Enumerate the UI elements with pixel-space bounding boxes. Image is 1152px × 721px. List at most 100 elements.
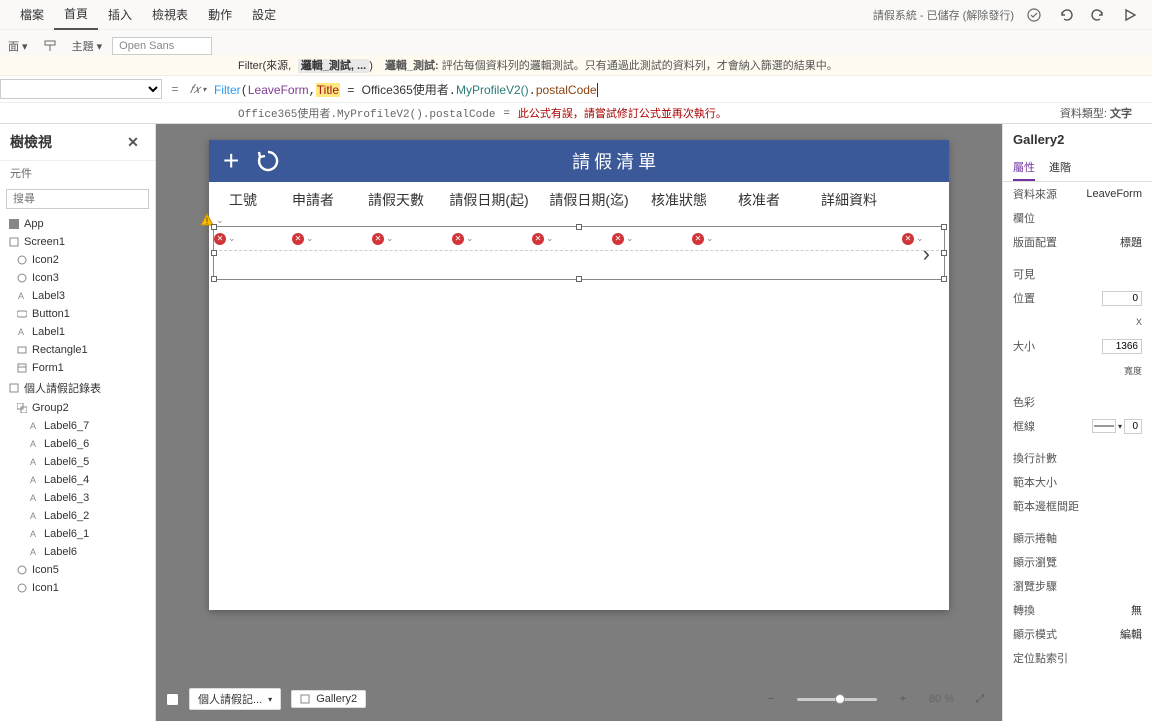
fit-icon[interactable]: ⤢ <box>968 687 992 711</box>
tree-item[interactable]: ALabel6_7 <box>0 417 155 435</box>
tree-item[interactable]: ALabel6_1 <box>0 525 155 543</box>
menu-view[interactable]: 檢視表 <box>142 0 198 29</box>
tree-item[interactable]: ALabel6_5 <box>0 453 155 471</box>
tree-item[interactable]: Rectangle1 <box>0 341 155 359</box>
gallery-selection[interactable]: ! ⌄ ✕⌄✕⌄✕⌄✕⌄✕⌄✕⌄✕⌄✕⌄ › <box>213 226 945 280</box>
breadcrumb-control[interactable]: Gallery2 <box>291 690 366 708</box>
tree-item[interactable]: ALabel1 <box>0 323 155 341</box>
zoom-in-icon[interactable]: + <box>891 687 915 711</box>
error-badge[interactable]: ✕⌄ <box>214 233 236 245</box>
error-badge[interactable]: ✕⌄ <box>532 233 554 245</box>
error-badge[interactable]: ✕⌄ <box>452 233 474 245</box>
close-icon[interactable]: ✕ <box>121 130 145 154</box>
menu-action[interactable]: 動作 <box>198 0 242 29</box>
menu-home[interactable]: 首頁 <box>54 0 98 30</box>
icon-icon <box>16 582 28 594</box>
size-w-input[interactable] <box>1102 339 1142 354</box>
error-badge[interactable]: ✕⌄ <box>372 233 394 245</box>
rect-icon <box>16 344 28 356</box>
tree-item[interactable]: App <box>0 215 155 233</box>
template-size-label: 範本大小 <box>1013 474 1057 490</box>
layout-value[interactable]: 標題 <box>1120 234 1142 250</box>
tree-item[interactable]: ALabel6_3 <box>0 489 155 507</box>
canvas-area: + 請假清單 工號申請者請假天數請假日期(起)請假日期(迄)核准狀態核准者詳細資… <box>156 124 1002 721</box>
fields-label: 欄位 <box>1013 210 1035 226</box>
advanced-tab[interactable]: 進階 <box>1049 155 1071 181</box>
format-painter-icon[interactable] <box>38 34 62 58</box>
display-mode-value[interactable]: 編輯 <box>1120 626 1142 642</box>
menubar: 檔案 首頁 插入 檢視表 動作 設定 請假系統 - 已儲存 (解除發行) <box>0 0 1152 30</box>
error-badge[interactable]: ✕⌄ <box>612 233 634 245</box>
display-mode-label: 顯示模式 <box>1013 626 1057 642</box>
svg-text:A: A <box>30 493 36 503</box>
error-badge[interactable]: ✕⌄ <box>692 233 714 245</box>
error-badge[interactable]: ✕⌄ <box>292 233 314 245</box>
error-badge[interactable]: ✕⌄ <box>902 233 924 245</box>
datasource-value[interactable]: LeaveForm <box>1086 188 1142 200</box>
fx-icon[interactable]: 𝑓𝑥 ▾ <box>182 82 214 97</box>
refresh-icon[interactable] <box>255 148 281 174</box>
column-header: 申請者 <box>273 190 353 210</box>
chevron-down-icon[interactable]: ⌄ <box>216 215 224 226</box>
property-select[interactable] <box>0 79 162 99</box>
tree-item[interactable]: Icon2 <box>0 251 155 269</box>
label-icon: A <box>28 528 40 540</box>
visible-label: 可見 <box>1013 266 1035 282</box>
size-label: 大小 <box>1013 338 1035 354</box>
screen-icon <box>8 382 20 394</box>
chevron-right-icon[interactable]: › <box>923 241 930 267</box>
svg-text:A: A <box>30 511 36 521</box>
icon-icon <box>16 254 28 266</box>
form-icon <box>16 362 28 374</box>
icon-icon <box>16 272 28 284</box>
position-x-input[interactable] <box>1102 291 1142 306</box>
column-header: 核准狀態 <box>639 190 719 210</box>
border-style-select[interactable] <box>1092 419 1116 433</box>
equals-label: = <box>168 82 182 96</box>
tree-item[interactable]: Group2 <box>0 399 155 417</box>
label-icon: A <box>28 456 40 468</box>
label-icon: A <box>16 326 28 338</box>
tree-item[interactable]: Form1 <box>0 359 155 377</box>
tree-item[interactable]: Icon5 <box>0 561 155 579</box>
tree-item[interactable]: ALabel6 <box>0 543 155 561</box>
formula-input[interactable]: Filter(LeaveForm,Title = Office365使用者.My… <box>214 81 1152 98</box>
tab-index-label: 定位點索引 <box>1013 650 1068 666</box>
zoom-slider[interactable] <box>797 698 877 701</box>
app-canvas[interactable]: + 請假清單 工號申請者請假天數請假日期(起)請假日期(迄)核准狀態核准者詳細資… <box>209 140 949 610</box>
properties-tab[interactable]: 屬性 <box>1013 155 1035 181</box>
button-icon <box>16 308 28 320</box>
column-header: 請假日期(起) <box>439 190 539 210</box>
tree-item[interactable]: Icon1 <box>0 579 155 597</box>
undo-icon[interactable] <box>1054 3 1078 27</box>
tree-item[interactable]: ALabel6_6 <box>0 435 155 453</box>
font-select[interactable] <box>112 37 212 55</box>
show-nav-label: 顯示瀏覽 <box>1013 554 1057 570</box>
play-icon[interactable] <box>1118 3 1142 27</box>
zoom-out-icon[interactable]: − <box>759 687 783 711</box>
tree-item[interactable]: Screen1 <box>0 233 155 251</box>
add-icon[interactable]: + <box>223 145 239 177</box>
tree-item[interactable]: ALabel3 <box>0 287 155 305</box>
tree-item[interactable]: ALabel6_2 <box>0 507 155 525</box>
tree-item[interactable]: ALabel6_4 <box>0 471 155 489</box>
layout-label: 版面配置 <box>1013 234 1057 250</box>
search-input[interactable] <box>6 189 149 209</box>
menu-settings[interactable]: 設定 <box>242 0 286 29</box>
screen-icon <box>8 236 20 248</box>
breadcrumb-checkbox[interactable] <box>166 693 179 706</box>
health-icon[interactable] <box>1022 3 1046 27</box>
tree-item[interactable]: 個人請假記錄表 <box>0 377 155 399</box>
transition-value[interactable]: 無 <box>1131 602 1142 618</box>
tree-item[interactable]: Icon3 <box>0 269 155 287</box>
menu-file[interactable]: 檔案 <box>10 0 54 29</box>
app-icon <box>8 218 20 230</box>
tree-item[interactable]: Button1 <box>0 305 155 323</box>
breadcrumb-screen[interactable]: 個人請假記... ▾ <box>189 688 281 710</box>
theme-label[interactable]: 主題 ▾ <box>72 38 103 54</box>
redo-icon[interactable] <box>1086 3 1110 27</box>
border-width-input[interactable] <box>1124 419 1142 434</box>
menu-insert[interactable]: 插入 <box>98 0 142 29</box>
gallery-row[interactable]: ✕⌄ ✕⌄ ✕⌄ ✕⌄ ✕⌄ ✕⌄ ✕⌄ ✕⌄ <box>214 227 944 251</box>
svg-text:A: A <box>30 439 36 449</box>
